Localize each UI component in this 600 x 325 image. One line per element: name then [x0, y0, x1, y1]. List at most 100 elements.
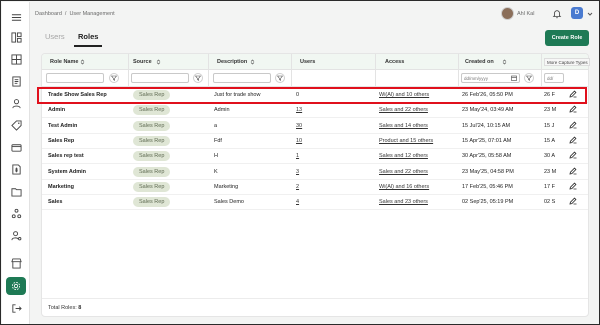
user-settings-icon[interactable]: [9, 228, 23, 242]
table-row[interactable]: Sales rep test Sales Rep H 1 Sales and 12 ot…: [42, 149, 588, 165]
user-initial-badge[interactable]: D: [571, 7, 583, 19]
table-row[interactable]: System Admin Sales Rep K 3 Sales and 22 othe…: [42, 165, 588, 180]
role-name-filter-input[interactable]: [46, 73, 104, 83]
dashboard-icon[interactable]: [9, 30, 23, 44]
access-link[interactable]: Sales and 12 others: [379, 153, 428, 159]
created-on-cell: 17 Feb'25, 05:46 PM: [462, 183, 513, 190]
access-link[interactable]: Wi(Al) and 16 others: [379, 184, 429, 190]
users-count-link[interactable]: 13: [296, 107, 302, 113]
source-badge: Sales Rep: [133, 151, 171, 162]
app-window: Dashboard / User Management Ahl Kal D Us…: [0, 0, 600, 325]
source-filter-input[interactable]: [131, 73, 189, 83]
selected-row-highlight: [37, 87, 587, 104]
edit-icon[interactable]: [569, 121, 577, 129]
description-filter-input[interactable]: [213, 73, 271, 83]
edit-icon[interactable]: [569, 197, 577, 205]
total-roles-count: 8: [78, 305, 82, 311]
calendar-icon[interactable]: [511, 75, 517, 81]
created-on-cell-2: 15 A: [544, 137, 556, 144]
column-created-on[interactable]: Created on: [465, 59, 494, 65]
role-name-cell[interactable]: Sales: [48, 199, 62, 205]
table-row[interactable]: Test Admin Sales Rep a 30 Sales and 14 other…: [42, 119, 588, 134]
column-access[interactable]: Access: [385, 59, 404, 65]
bell-icon[interactable]: [552, 9, 562, 19]
column-description[interactable]: Description: [217, 59, 247, 65]
users-count-link[interactable]: 30: [296, 123, 302, 129]
filter-row: dd/mm/yyyy dd/: [42, 70, 588, 87]
created-on-cell: 15 Apr'25, 07:01 AM: [462, 137, 512, 144]
filter-icon[interactable]: [524, 73, 534, 83]
edit-icon[interactable]: [569, 182, 577, 190]
edit-icon[interactable]: [569, 151, 577, 159]
role-name-cell[interactable]: System Admin: [48, 169, 86, 175]
tag-icon[interactable]: [9, 118, 23, 132]
folder-icon[interactable]: [9, 184, 23, 198]
users-count-link[interactable]: 2: [296, 184, 299, 190]
access-link[interactable]: Sales and 23 others: [379, 199, 428, 205]
grid-icon[interactable]: [9, 52, 23, 66]
role-name-cell[interactable]: Marketing: [48, 184, 74, 190]
wallet-icon[interactable]: [9, 140, 23, 154]
breadcrumb-dashboard[interactable]: Dashboard: [35, 11, 62, 17]
filter-icon[interactable]: [275, 73, 285, 83]
users-count-link[interactable]: 1: [296, 153, 299, 159]
sort-icon[interactable]: [156, 59, 161, 65]
edit-icon[interactable]: [569, 105, 577, 113]
total-roles: Total Roles: 8: [48, 305, 81, 311]
description-cell: Admin: [214, 107, 230, 114]
edit-icon[interactable]: [569, 136, 577, 144]
description-cell: K: [214, 168, 218, 175]
description-cell: Marketing: [214, 183, 239, 190]
created-on-cell: 30 Apr'25, 05:58 AM: [462, 153, 512, 160]
created-on-cell: 23 May'24, 03:49 AM: [462, 107, 514, 114]
created-on-cell-2: 15 J: [544, 122, 555, 129]
network-icon[interactable]: [9, 206, 23, 220]
description-cell: Fdf: [214, 137, 222, 144]
column-role-name[interactable]: Role Name: [50, 59, 78, 65]
sort-icon[interactable]: [502, 59, 507, 65]
access-link[interactable]: Sales and 14 others: [379, 123, 428, 129]
tab-roles[interactable]: Roles: [78, 32, 98, 41]
table-row[interactable]: Admin Sales Rep Admin 13 Sales and 22 others…: [42, 103, 588, 119]
column-source[interactable]: Source: [133, 59, 152, 65]
table-row[interactable]: Sales Sales Rep Sales Demo 4 Sales and 23 ot…: [42, 195, 588, 211]
settings-icon[interactable]: [6, 277, 26, 295]
document-icon[interactable]: [9, 74, 23, 88]
user-name[interactable]: Ahl Kal: [517, 11, 534, 17]
description-cell: H: [214, 153, 218, 160]
created-on-date-input-2[interactable]: dd/: [544, 73, 564, 83]
menu-icon[interactable]: [9, 10, 23, 24]
access-link[interactable]: Product and 15 others: [379, 138, 433, 144]
role-name-cell[interactable]: Sales rep test: [48, 153, 84, 159]
column-users[interactable]: Users: [300, 59, 315, 65]
tab-users[interactable]: Users: [45, 32, 65, 41]
users-count-link[interactable]: 3: [296, 169, 299, 175]
edit-icon[interactable]: [569, 167, 577, 175]
access-link[interactable]: Sales and 22 others: [379, 169, 428, 175]
person-icon[interactable]: [9, 96, 23, 110]
filter-icon[interactable]: [109, 73, 119, 83]
created-on-cell: 02 Sep'25, 05:19 PM: [462, 199, 514, 206]
sort-icon[interactable]: [250, 59, 255, 65]
role-name-cell[interactable]: Test Admin: [48, 123, 77, 129]
users-count-link[interactable]: 10: [296, 138, 302, 144]
source-badge: Sales Rep: [133, 135, 171, 146]
store-icon[interactable]: [9, 256, 23, 270]
avatar[interactable]: [501, 7, 514, 20]
description-cell: Sales Demo: [214, 199, 244, 206]
table-row[interactable]: Marketing Sales Rep Marketing 2 Wi(Al) and 1…: [42, 180, 588, 195]
role-name-cell[interactable]: Sales Rep: [48, 138, 74, 144]
chevron-down-icon[interactable]: [587, 11, 593, 17]
access-link[interactable]: Sales and 22 others: [379, 107, 428, 113]
role-name-cell[interactable]: Admin: [48, 107, 65, 113]
filter-icon[interactable]: [193, 73, 203, 83]
users-count-link[interactable]: 4: [296, 199, 299, 205]
created-on-cell: 15 Jul'24, 10:15 AM: [462, 122, 511, 129]
source-badge: Sales Rep: [133, 181, 171, 192]
created-on-cell-2: 23 M: [544, 168, 557, 175]
sort-icon[interactable]: [80, 59, 85, 65]
table-row[interactable]: Sales Rep Sales Rep Fdf 10 Product and 15 ot…: [42, 134, 588, 149]
file-dollar-icon[interactable]: [9, 162, 23, 176]
create-role-button[interactable]: Create Role: [545, 30, 589, 46]
logout-icon[interactable]: [9, 301, 23, 315]
